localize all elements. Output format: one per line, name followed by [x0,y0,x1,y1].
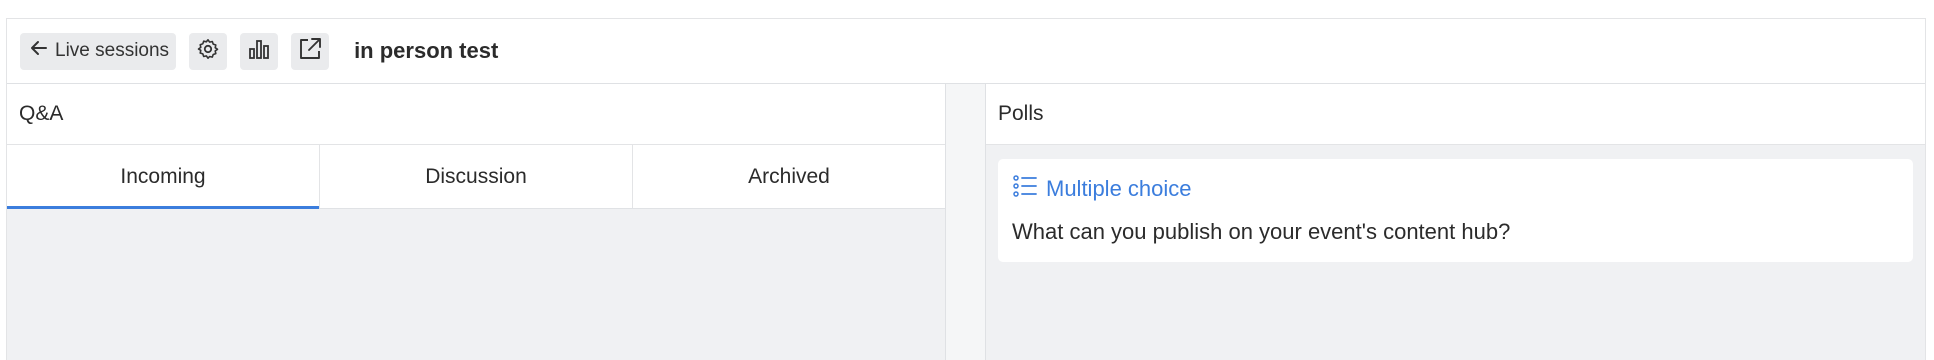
qa-panel-title: Q&A [7,84,945,145]
poll-type: Multiple choice [1012,173,1899,205]
list-icon [1012,173,1038,205]
tab-archived[interactable]: Archived [633,145,945,208]
panel-divider [946,84,985,360]
session-title: in person test [354,38,499,63]
top-toolbar: Live sessions in person test [7,19,1925,84]
arrow-left-icon [29,38,49,64]
qa-tabs: Incoming Discussion Archived [7,145,945,209]
tab-label: Archived [748,164,830,188]
gear-icon [196,37,220,66]
tab-discussion[interactable]: Discussion [320,145,633,208]
tab-incoming[interactable]: Incoming [7,145,320,209]
poll-card[interactable]: Multiple choice What can you publish on … [998,159,1913,262]
polls-panel: Polls Multiple choice What can you publi… [985,84,1925,360]
tab-label: Incoming [120,164,206,188]
open-external-button[interactable] [291,32,330,70]
qa-panel: Q&A Incoming Discussion Archived [7,84,946,360]
poll-type-label: Multiple choice [1046,176,1192,201]
external-link-icon [297,36,323,67]
analytics-button[interactable] [240,32,279,70]
bar-chart-icon [247,37,271,66]
live-session-panel: Live sessions in person test Q&A Incomin… [6,18,1926,360]
back-button-label: Live sessions [55,40,170,61]
back-to-live-sessions-button[interactable]: Live sessions [20,32,177,70]
polls-panel-title: Polls [986,84,1925,145]
poll-question: What can you publish on your event's con… [1012,219,1511,244]
tab-label: Discussion [425,164,527,188]
settings-button[interactable] [189,32,228,70]
